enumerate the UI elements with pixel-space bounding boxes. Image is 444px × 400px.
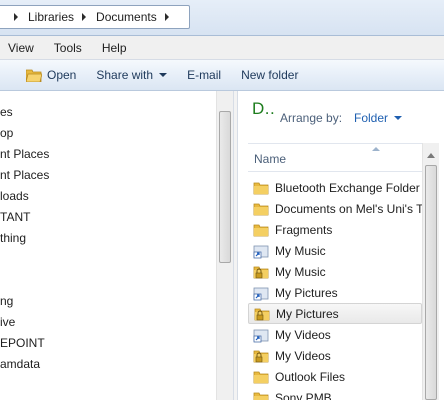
folder-icon <box>253 203 269 215</box>
nav-item[interactable]: es <box>0 102 13 122</box>
open-button[interactable]: Open <box>0 60 86 91</box>
list-item[interactable]: My Pictures <box>248 282 422 303</box>
locked-folder-icon <box>253 266 269 278</box>
nav-item[interactable]: loads <box>0 186 29 206</box>
list-item[interactable]: My Videos <box>248 324 422 345</box>
file-name: Documents on Mel's Uni's T <box>275 201 422 216</box>
list-item-selected[interactable]: My Pictures <box>248 303 422 324</box>
file-name: My Music <box>275 243 326 258</box>
breadcrumb-arrow-icon[interactable] <box>82 13 87 21</box>
nav-item[interactable]: EPOINT <box>0 333 45 353</box>
nav-scrollbar[interactable] <box>216 91 233 400</box>
nav-item[interactable]: amdata <box>0 354 40 374</box>
new-folder-button[interactable]: New folder <box>231 60 308 91</box>
file-name: Outlook Files <box>275 369 346 384</box>
open-folder-icon <box>26 69 42 82</box>
breadcrumb-documents[interactable]: Documents <box>96 10 157 24</box>
new-folder-label: New folder <box>241 68 299 82</box>
arrange-by-value: Folder <box>354 111 389 125</box>
breadcrumb-arrow-icon[interactable] <box>14 13 18 21</box>
nav-item[interactable]: op <box>0 123 13 143</box>
file-list: Bluetooth Exchange Folder Documents on M… <box>248 172 422 400</box>
breadcrumb-arrow-icon[interactable] <box>164 13 169 21</box>
email-button[interactable]: E-mail <box>177 60 231 91</box>
menu-help[interactable]: Help <box>92 41 137 55</box>
shortcut-folder-icon <box>253 329 269 342</box>
folder-icon <box>253 392 269 400</box>
nav-item[interactable]: nt Places <box>0 144 49 164</box>
file-name: My Pictures <box>276 306 339 321</box>
folder-icon <box>253 224 269 236</box>
menu-bar: View Tools Help <box>0 36 444 60</box>
file-list-scrollbar-thumb[interactable] <box>425 165 437 400</box>
breadcrumb[interactable]: Libraries Documents <box>0 5 190 29</box>
nav-item[interactable]: ng <box>0 291 13 311</box>
arrange-by-label: Arrange by: <box>280 111 343 125</box>
share-with-label: Share with <box>96 68 154 82</box>
file-name: My Pictures <box>275 285 338 300</box>
shortcut-folder-icon <box>253 287 269 300</box>
list-item[interactable]: Fragments <box>248 219 422 240</box>
nav-item[interactable]: ive <box>0 312 15 332</box>
folder-icon <box>253 182 269 194</box>
locked-folder-icon <box>253 350 269 362</box>
list-item[interactable]: My Videos <box>248 345 422 366</box>
nav-item[interactable]: nt Places <box>0 165 49 185</box>
list-item[interactable]: Documents on Mel's Uni's T <box>248 198 422 219</box>
navigation-pane: es op nt Places nt Places loads TANT thi… <box>0 91 216 400</box>
nav-scrollbar-thumb[interactable] <box>219 111 231 263</box>
file-name: Sony PMB <box>275 390 332 400</box>
arrange-by-dropdown[interactable]: Folder <box>354 111 403 125</box>
menu-tools[interactable]: Tools <box>44 41 92 55</box>
file-name: Fragments <box>275 222 333 237</box>
sort-ascending-icon <box>372 147 380 151</box>
menu-view[interactable]: View <box>0 41 44 55</box>
breadcrumb-libraries[interactable]: Libraries <box>28 10 74 24</box>
address-bar: Libraries Documents <box>0 0 444 36</box>
file-name: My Videos <box>275 327 331 342</box>
list-item[interactable]: Outlook Files <box>248 366 422 387</box>
file-list-scrollbar[interactable] <box>422 143 439 400</box>
shortcut-folder-icon <box>253 245 269 258</box>
nav-item[interactable]: TANT <box>0 207 30 227</box>
open-label: Open <box>47 68 77 82</box>
scroll-up-arrow-icon[interactable] <box>427 153 435 158</box>
share-with-button[interactable]: Share with <box>86 60 177 91</box>
library-title: D.. <box>252 99 276 118</box>
chevron-down-icon <box>394 116 403 120</box>
folder-icon <box>253 371 269 383</box>
email-label: E-mail <box>187 68 222 82</box>
file-name: My Music <box>275 264 326 279</box>
list-item[interactable]: My Music <box>248 240 422 261</box>
command-bar: Open Share with E-mail New folder <box>0 60 444 91</box>
list-item[interactable]: Sony PMB <box>248 387 422 400</box>
file-name: Bluetooth Exchange Folder <box>275 180 420 195</box>
chevron-down-icon <box>159 73 168 77</box>
column-header-label: Name <box>254 152 287 166</box>
locked-folder-icon <box>254 308 270 320</box>
list-item[interactable]: My Music <box>248 261 422 282</box>
file-name: My Videos <box>275 348 331 363</box>
nav-item[interactable]: thing <box>0 228 26 248</box>
list-item[interactable]: Bluetooth Exchange Folder <box>248 177 422 198</box>
library-header: D.. Arrange by: Folder <box>238 91 444 143</box>
column-header-name[interactable]: Name <box>248 143 422 172</box>
